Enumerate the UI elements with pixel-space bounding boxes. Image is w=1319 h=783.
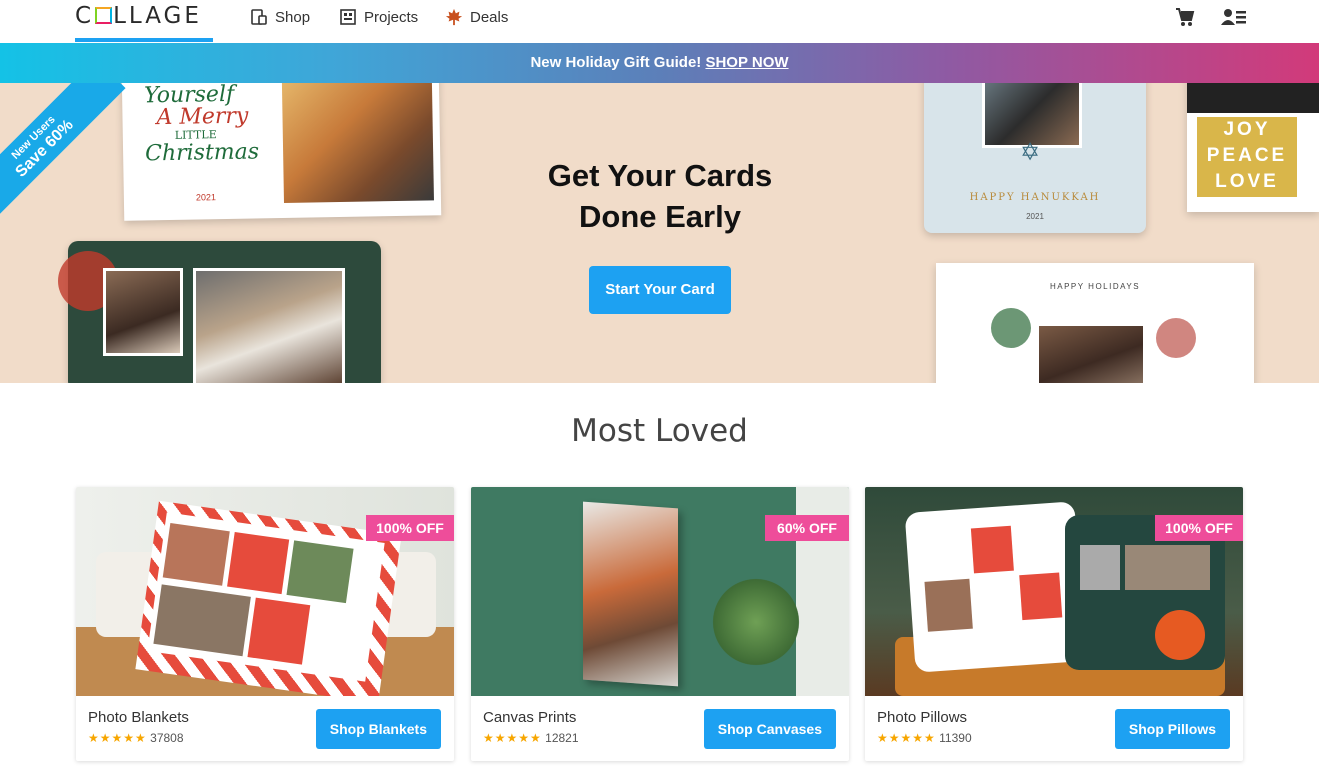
- card-photo-kids-2: [193, 268, 345, 383]
- star-of-david-icon: ✡: [1020, 139, 1041, 166]
- love-text: LOVE: [1215, 171, 1279, 192]
- product-name: Photo Blankets: [88, 709, 189, 726]
- top-nav: C LLAGE Shop Projects Deals: [0, 0, 1319, 43]
- hero-title-line2: Done Early: [579, 199, 741, 234]
- product-rating: ★★★★★ 11390: [877, 731, 972, 745]
- card-script-line2: A Merry: [156, 103, 249, 131]
- christmas-card: Yourself A Merry LITTLE Christmas 2021: [121, 83, 442, 221]
- star-rating-icon: ★★★★★: [877, 731, 936, 745]
- nav-deals[interactable]: Deals: [445, 6, 508, 28]
- card-script-line4: Christmas: [144, 139, 260, 167]
- promo-shop-now-link[interactable]: SHOP NOW: [705, 54, 788, 71]
- shop-canvases-button[interactable]: Shop Canvases: [703, 709, 836, 749]
- discount-badge: 100% OFF: [1155, 515, 1243, 541]
- shop-blankets-button[interactable]: Shop Blankets: [315, 709, 441, 749]
- product-card-blankets[interactable]: 100% OFF Photo Blankets ★★★★★ 37808 Shop…: [76, 487, 454, 761]
- hero-title-line1: Get Your Cards: [547, 158, 773, 193]
- account-icon[interactable]: [1221, 6, 1247, 28]
- hanukkah-year: 2021: [1026, 212, 1044, 221]
- logo-square-o: [95, 7, 113, 24]
- shop-pillows-button[interactable]: Shop Pillows: [1114, 709, 1230, 749]
- nav-deals-label: Deals: [470, 8, 509, 26]
- card-photo-family: [1036, 323, 1146, 383]
- logo-active-underline: [75, 38, 213, 42]
- nav-projects[interactable]: Projects: [339, 6, 418, 28]
- nav-projects-label: Projects: [364, 8, 419, 26]
- product-name: Photo Pillows: [877, 709, 968, 726]
- joy-peace-love-card: JOY PEACE LOVE: [1187, 83, 1319, 212]
- hanukkah-card: ✡ HAPPY HANUKKAH 2021: [924, 83, 1146, 233]
- projects-icon: [340, 9, 356, 25]
- review-count: 12821: [545, 731, 579, 745]
- review-count: 37808: [150, 731, 184, 745]
- product-card-pillows[interactable]: 100% OFF Photo Pillows ★★★★★ 11390 Shop …: [865, 487, 1243, 761]
- hanukkah-text: HAPPY HANUKKAH: [969, 192, 1101, 203]
- card-photo-kids-1: [103, 268, 183, 356]
- nav-shop-label: Shop: [275, 8, 311, 26]
- hero-banner: Yourself A Merry LITTLE Christmas 2021 N…: [0, 83, 1319, 383]
- holidays-text: HAPPY HOLIDAYS: [1049, 282, 1141, 291]
- discount-badge: 60% OFF: [765, 515, 849, 541]
- joy-text: JOY: [1223, 119, 1271, 140]
- product-rating: ★★★★★ 37808: [88, 731, 184, 745]
- collage-logo[interactable]: C LLAGE: [75, 3, 202, 29]
- green-photo-card: [58, 241, 381, 383]
- promo-text: New Holiday Gift Guide!: [530, 54, 702, 71]
- happy-holidays-card: HAPPY HOLIDAYS: [936, 263, 1254, 383]
- start-your-card-button[interactable]: Start Your Card: [589, 266, 731, 314]
- maple-leaf-icon: [445, 8, 463, 26]
- product-card-canvases[interactable]: 60% OFF Canvas Prints ★★★★★ 12821 Shop C…: [471, 487, 849, 761]
- star-rating-icon: ★★★★★: [88, 731, 147, 745]
- mobile-icon: [251, 9, 267, 25]
- peace-text: PEACE: [1206, 145, 1288, 166]
- new-users-ribbon[interactable]: New Users Save 60%: [0, 83, 126, 230]
- section-title: Most Loved: [571, 413, 748, 449]
- cart-icon[interactable]: [1174, 6, 1196, 28]
- nav-shop[interactable]: Shop: [250, 6, 310, 28]
- discount-badge: 100% OFF: [366, 515, 454, 541]
- card-year: 2021: [195, 192, 217, 203]
- gold-panel: JOY PEACE LOVE: [1197, 117, 1297, 197]
- hero-title: Get Your Cards Done Early: [480, 155, 840, 237]
- star-rating-icon: ★★★★★: [483, 731, 542, 745]
- product-name: Canvas Prints: [483, 709, 577, 726]
- review-count: 11390: [939, 731, 972, 745]
- promo-banner: New Holiday Gift Guide! SHOP NOW: [0, 43, 1319, 83]
- product-rating: ★★★★★ 12821: [483, 731, 579, 745]
- card-photo-mother-daughter: [281, 83, 434, 203]
